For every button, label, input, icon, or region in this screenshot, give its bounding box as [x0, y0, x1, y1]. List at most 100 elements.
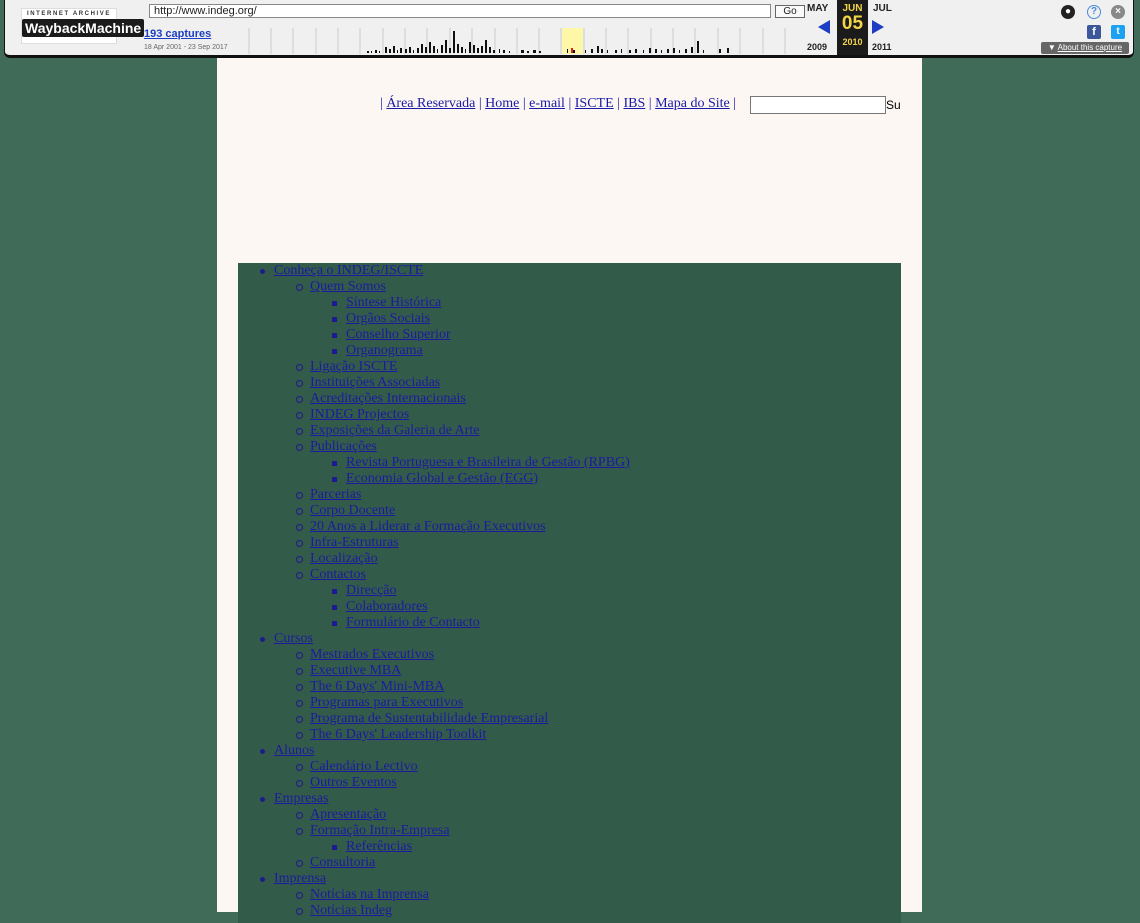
separator: | — [617, 96, 620, 111]
menu-link-programas[interactable]: Programas para Executivos — [310, 695, 463, 710]
logo-top-text: INTERNET ARCHIVE — [26, 11, 112, 17]
captures-link[interactable]: 193 captures — [144, 28, 211, 40]
menu-item: Calendário Lectivo — [238, 759, 901, 775]
menu-item: Ligação ISCTE — [238, 359, 901, 375]
search-button[interactable]: Su — [886, 98, 901, 112]
menu-item: Apresentação — [238, 807, 901, 823]
menu-item: Alunos — [238, 743, 901, 759]
menu-item: Quem Somos — [238, 279, 901, 295]
menu-item: Executive MBA — [238, 663, 901, 679]
email-link[interactable]: e-mail — [529, 96, 565, 111]
menu-link-localizacao[interactable]: Localização — [310, 551, 378, 566]
menu-link-noticias-imprensa[interactable]: Notícias na Imprensa — [310, 887, 429, 902]
menu-link-consultoria[interactable]: Consultoria — [310, 855, 375, 870]
menu-link-conselho[interactable]: Conselho Superior — [346, 327, 451, 342]
page-container: | Área Reservada | Home | e-mail | ISCTE… — [217, 58, 922, 923]
menu-item: Formulário de Contacto — [238, 615, 901, 631]
menu-link-conheca[interactable]: Conheça o INDEG/ISCTE — [274, 263, 423, 278]
menu-item: Acreditações Internacionais — [238, 391, 901, 407]
next-year[interactable]: 2011 — [872, 42, 892, 52]
menu-link-ligacao[interactable]: Ligação ISCTE — [310, 359, 397, 374]
home-link[interactable]: Home — [485, 96, 519, 111]
menu-item: Economia Global e Gestão (EGG) — [238, 471, 901, 487]
menu-link-formacao-intra[interactable]: Formação Intra-Empresa — [310, 823, 450, 838]
area-reservada-link[interactable]: Área Reservada — [386, 96, 475, 111]
menu-link-20-anos[interactable]: 20 Anos a Liderar a Formação Executivos — [310, 519, 546, 534]
capture-sparkline[interactable] — [245, 28, 805, 54]
menu-link-empresas[interactable]: Empresas — [274, 791, 328, 806]
menu-link-formulario[interactable]: Formulário de Contacto — [346, 615, 480, 630]
menu-link-imprensa[interactable]: Imprensa — [274, 871, 326, 886]
menu-link-noticias-indeg[interactable]: Notícias Indeg — [310, 903, 392, 918]
menu-link-mba[interactable]: Executive MBA — [310, 663, 401, 678]
menu-item: The 6 Days' Mini-MBA — [238, 679, 901, 695]
current-day: 05 — [841, 13, 864, 34]
wayback-toolbar: INTERNET ARCHIVE WaybackMachine http://w… — [4, 0, 1134, 58]
menu-link-contactos[interactable]: Contactos — [310, 567, 366, 582]
menu-link-mini-mba[interactable]: The 6 Days' Mini-MBA — [310, 679, 444, 694]
about-capture-button[interactable]: ▼ About this capture — [1041, 42, 1129, 54]
prev-year[interactable]: 2009 — [807, 42, 827, 52]
menu-link-rpbg[interactable]: Revista Portuguesa e Brasileira de Gestã… — [346, 455, 630, 470]
iscte-link[interactable]: ISCTE — [575, 96, 614, 111]
mapa-site-link[interactable]: Mapa do Site — [655, 96, 730, 111]
ibs-link[interactable]: IBS — [623, 96, 645, 111]
menu-link-infra[interactable]: Infra-Estruturas — [310, 535, 399, 550]
menu-item: Conselho Superior — [238, 327, 901, 343]
menu-link-eventos[interactable]: Outros Eventos — [310, 775, 397, 790]
menu-item: Orgãos Sociais — [238, 311, 901, 327]
top-links: | Área Reservada | Home | e-mail | ISCTE… — [380, 96, 736, 112]
current-year: 2010 — [842, 37, 863, 47]
menu-item: Colaboradores — [238, 599, 901, 615]
menu-item: Outros Eventos — [238, 775, 901, 791]
menu-link-sintese[interactable]: Síntese Histórica — [346, 295, 441, 310]
menu-item: Notícias na Imprensa — [238, 887, 901, 903]
help-icon[interactable]: ? — [1087, 5, 1101, 19]
menu-link-alunos[interactable]: Alunos — [274, 743, 314, 758]
separator: | — [733, 96, 737, 111]
wayback-logo[interactable]: INTERNET ARCHIVE WaybackMachine — [21, 8, 145, 44]
close-icon[interactable]: × — [1111, 5, 1125, 19]
current-capture: JUN 05 2010 — [837, 0, 868, 55]
user-icon[interactable]: ● — [1061, 5, 1075, 19]
menu-link-referencias[interactable]: Referências — [346, 839, 412, 854]
menu-item: Formação Intra-Empresa — [238, 823, 901, 839]
menu-item: Programa de Sustentabilidade Empresarial — [238, 711, 901, 727]
menu-link-egg[interactable]: Economia Global e Gestão (EGG) — [346, 471, 538, 486]
arrow-right-icon[interactable] — [872, 20, 884, 34]
menu-link-colaboradores[interactable]: Colaboradores — [346, 599, 428, 614]
menu-link-apresentacao[interactable]: Apresentação — [310, 807, 386, 822]
menu-link-leadership[interactable]: The 6 Days' Leadership Toolkit — [310, 727, 486, 742]
menu-link-quem-somos[interactable]: Quem Somos — [310, 279, 386, 294]
menu-item: Localização — [238, 551, 901, 567]
menu-link-acreditacoes[interactable]: Acreditações Internacionais — [310, 391, 466, 406]
menu-item: Programas para Executivos — [238, 695, 901, 711]
menu-item: Publicações — [238, 439, 901, 455]
menu-link-direccao[interactable]: Direcção — [346, 583, 397, 598]
go-button[interactable]: Go — [775, 5, 805, 18]
menu-link-sustentabilidade[interactable]: Programa de Sustentabilidade Empresarial — [310, 711, 548, 726]
next-month[interactable]: JUL — [873, 3, 892, 14]
menu-item: Cursos — [238, 631, 901, 647]
menu-link-exposicoes[interactable]: Exposições da Galeria de Arte — [310, 423, 480, 438]
url-input[interactable]: http://www.indeg.org/ — [149, 4, 771, 18]
menu-link-instituicoes[interactable]: Instituições Associadas — [310, 375, 440, 390]
menu-link-orgaos[interactable]: Orgãos Sociais — [346, 311, 430, 326]
twitter-icon[interactable]: t — [1111, 25, 1125, 39]
menu-link-parcerias[interactable]: Parcerias — [310, 487, 361, 502]
menu-link-corpo-docente[interactable]: Corpo Docente — [310, 503, 395, 518]
menu-link-organograma[interactable]: Organograma — [346, 343, 423, 358]
menu-link-calendario[interactable]: Calendário Lectivo — [310, 759, 418, 774]
menu-link-publicacoes[interactable]: Publicações — [310, 439, 377, 454]
search-input[interactable] — [750, 96, 886, 114]
menu-link-projectos[interactable]: INDEG Projectos — [310, 407, 409, 422]
prev-month[interactable]: MAY — [807, 3, 828, 14]
menu-item: Referências — [238, 839, 901, 855]
menu-item: Exposições da Galeria de Arte — [238, 423, 901, 439]
facebook-icon[interactable]: f — [1087, 25, 1101, 39]
menu-item: Direcção — [238, 583, 901, 599]
arrow-left-icon[interactable] — [818, 20, 830, 34]
separator: | — [522, 96, 526, 111]
menu-link-cursos[interactable]: Cursos — [274, 631, 313, 646]
menu-link-mestrados[interactable]: Mestrados Executivos — [310, 647, 434, 662]
